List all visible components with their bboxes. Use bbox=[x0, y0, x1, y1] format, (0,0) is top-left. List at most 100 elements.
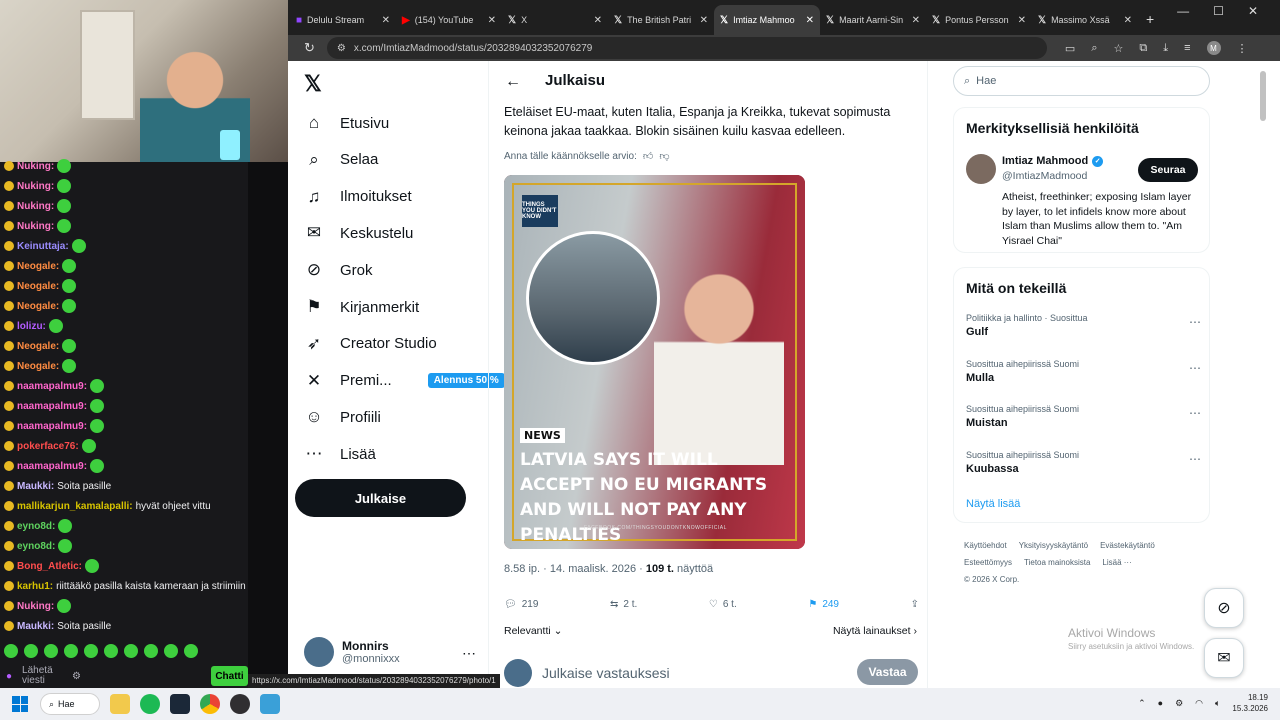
spotify-icon[interactable] bbox=[140, 694, 160, 714]
trend-item[interactable]: Politiikka ja hallinto · Suosittua Gulf ⋯ bbox=[966, 313, 1201, 338]
nav-item-grok[interactable]: ⊘ Grok bbox=[304, 255, 373, 285]
chat-username[interactable]: Keinuttaja: bbox=[17, 241, 69, 252]
footer-link[interactable]: Lisää ··· bbox=[1102, 558, 1131, 567]
chat-username[interactable]: Neogale: bbox=[17, 341, 59, 352]
chat-username[interactable]: Neogale: bbox=[17, 261, 59, 272]
clock[interactable]: 18.19 15.3.2026 bbox=[1232, 692, 1268, 714]
settings-icon[interactable]: ⚙ bbox=[72, 671, 81, 682]
chat-username[interactable]: naamapalmu9: bbox=[17, 461, 87, 472]
url-text[interactable]: x.com/ImtiazMadmood/status/2032894032352… bbox=[354, 43, 593, 54]
close-icon[interactable]: ✕ bbox=[488, 15, 496, 26]
close-icon[interactable]: ✕ bbox=[912, 15, 920, 26]
thumbs-down-icon[interactable]: 👎︎ bbox=[659, 150, 669, 162]
footer-link[interactable]: Yksityisyyskäytäntö bbox=[1019, 541, 1088, 550]
reply-composer[interactable]: Julkaise vastauksesi bbox=[504, 659, 670, 687]
reload-icon[interactable]: ↻ bbox=[304, 40, 315, 56]
nav-item-search[interactable]: ⌕ Selaa bbox=[304, 145, 378, 175]
like-button[interactable]: ♡ 6 t. bbox=[709, 599, 737, 610]
follow-button[interactable]: Seuraa bbox=[1138, 158, 1198, 182]
reply-input[interactable]: Julkaise vastauksesi bbox=[542, 665, 670, 681]
nav-item-profile[interactable]: ☺ Profiili bbox=[304, 402, 381, 432]
extensions-icon[interactable]: ⧉ bbox=[1139, 42, 1147, 55]
tab-1[interactable]: ▶ (154) YouTube ✕ bbox=[396, 5, 502, 35]
start-button[interactable] bbox=[12, 696, 28, 712]
chat-username[interactable]: naamapalmu9: bbox=[17, 401, 87, 412]
chat-username[interactable]: lolizu: bbox=[17, 321, 46, 332]
media-icon[interactable]: ≡ bbox=[1184, 42, 1190, 54]
avatar[interactable] bbox=[966, 154, 996, 184]
close-icon[interactable]: ✕ bbox=[1248, 4, 1258, 18]
wifi-icon[interactable]: ◠ bbox=[1195, 698, 1203, 709]
nav-item-rocket[interactable]: ➶ Creator Studio bbox=[304, 329, 437, 359]
repost-button[interactable]: ⇆ 2 t. bbox=[610, 599, 637, 610]
download-icon[interactable]: ⤓ bbox=[1163, 42, 1168, 55]
grok-fab[interactable]: ⊘ bbox=[1204, 588, 1244, 628]
tab-7[interactable]: 𝕏 Massimo Xssä ✕ bbox=[1032, 5, 1138, 35]
nav-item-more[interactable]: ⋯ Lisää bbox=[304, 439, 376, 469]
more-icon[interactable]: ⋯ bbox=[1189, 315, 1201, 329]
tab-0[interactable]: ■ Delulu Stream ✕ bbox=[290, 5, 396, 35]
nav-item-x-premium[interactable]: ✕ Premi... Alennus 50 % bbox=[304, 366, 505, 396]
trend-item[interactable]: Suosittua aihepiirissä Suomi Kuubassa ⋯ bbox=[966, 450, 1201, 475]
tab-6[interactable]: 𝕏 Pontus Persson ✕ bbox=[926, 5, 1032, 35]
chat-username[interactable]: eyno8d: bbox=[17, 521, 55, 532]
chat-username[interactable]: Bong_Atletic: bbox=[17, 561, 82, 572]
chat-username[interactable]: Nuking: bbox=[17, 181, 54, 192]
chat-username[interactable]: Maukki: bbox=[17, 621, 54, 632]
close-icon[interactable]: ✕ bbox=[594, 15, 602, 26]
tweet-time[interactable]: 8.58 ip. · 14. maalisk. 2026 · bbox=[504, 563, 646, 575]
footer-link[interactable]: Evästekäytäntö bbox=[1100, 541, 1155, 550]
chat-username[interactable]: Neogale: bbox=[17, 281, 59, 292]
chevron-up-icon[interactable]: ⌃ bbox=[1138, 698, 1146, 709]
chat-username[interactable]: Nuking: bbox=[17, 161, 54, 172]
close-icon[interactable]: ✕ bbox=[382, 15, 390, 26]
tweet-image[interactable]: THINGS YOU DIDN'T KNOW NEWS LATVIA SAYS … bbox=[504, 175, 805, 549]
mic-icon[interactable]: ● bbox=[1158, 698, 1163, 708]
back-arrow-icon[interactable]: ← bbox=[505, 73, 521, 91]
tab-4[interactable]: 𝕏 Imtiaz Mahmoo ✕ bbox=[714, 5, 820, 35]
trend-item[interactable]: Suosittua aihepiirissä Suomi Mulla ⋯ bbox=[966, 359, 1201, 384]
chat-username[interactable]: Maukki: bbox=[17, 481, 54, 492]
chat-username[interactable]: Neogale: bbox=[17, 361, 59, 372]
more-icon[interactable]: ⋯ bbox=[462, 645, 476, 662]
tab-3[interactable]: 𝕏 The British Patri ✕ bbox=[608, 5, 714, 35]
minimize-icon[interactable]: — bbox=[1177, 4, 1189, 18]
share-button[interactable]: ⇪ bbox=[911, 599, 919, 610]
account-switcher[interactable]: Monnirs @monnixxx bbox=[304, 637, 400, 667]
view-quotes-link[interactable]: Näytä lainaukset › bbox=[833, 625, 917, 637]
post-button[interactable]: Julkaise bbox=[295, 479, 466, 517]
search-input[interactable]: ⌕ Hae bbox=[953, 66, 1210, 96]
chat-username[interactable]: Nuking: bbox=[17, 201, 54, 212]
close-icon[interactable]: ✕ bbox=[1124, 15, 1132, 26]
chat-username[interactable]: naamapalmu9: bbox=[17, 421, 87, 432]
mic-icon[interactable]: ● bbox=[6, 671, 12, 682]
close-icon[interactable]: ✕ bbox=[700, 15, 708, 26]
sort-dropdown[interactable]: Relevantti ⌄ bbox=[504, 625, 562, 637]
address-bar[interactable]: ⚙ x.com/ImtiazMadmood/status/20328940323… bbox=[326, 37, 1047, 59]
volume-icon[interactable]: 🔈︎ bbox=[1215, 698, 1220, 709]
scrollbar[interactable] bbox=[1260, 71, 1266, 121]
reply-submit-button[interactable]: Vastaa bbox=[857, 659, 918, 685]
chat-username[interactable]: Nuking: bbox=[17, 601, 54, 612]
nav-item-home[interactable]: ⌂ Etusivu bbox=[304, 108, 389, 138]
new-tab-button[interactable]: + bbox=[1146, 11, 1154, 27]
thumbs-up-icon[interactable]: 👍︎ bbox=[643, 150, 653, 162]
site-info-icon[interactable]: ⚙ bbox=[337, 43, 346, 54]
zoom-icon[interactable]: ⌕ bbox=[1091, 42, 1097, 55]
trend-item[interactable]: Suosittua aihepiirissä Suomi Muistan ⋯ bbox=[966, 404, 1201, 429]
profile-avatar[interactable]: M bbox=[1206, 41, 1221, 55]
settings-icon[interactable]: ⚙ bbox=[1175, 698, 1183, 709]
chat-username[interactable]: eyno8d: bbox=[17, 541, 55, 552]
more-icon[interactable]: ⋯ bbox=[1189, 361, 1201, 375]
bookmark-button[interactable]: ⚑ 249 bbox=[808, 599, 839, 610]
show-more-link[interactable]: Näytä lisää bbox=[966, 498, 1020, 510]
footer-link[interactable]: Esteettömyys bbox=[964, 558, 1012, 567]
chat-username[interactable]: mallikarjun_kamalapalli: bbox=[17, 501, 133, 512]
taskbar-search[interactable]: ⌕ Hae bbox=[40, 693, 100, 715]
chat-username[interactable]: Nuking: bbox=[17, 221, 54, 232]
chat-username[interactable]: Neogale: bbox=[17, 301, 59, 312]
nav-item-mail[interactable]: ✉ Keskustelu bbox=[304, 218, 414, 248]
x-logo[interactable]: 𝕏 bbox=[304, 71, 322, 97]
messages-fab[interactable]: ✉ bbox=[1204, 638, 1244, 678]
more-icon[interactable]: ⋯ bbox=[1189, 406, 1201, 420]
